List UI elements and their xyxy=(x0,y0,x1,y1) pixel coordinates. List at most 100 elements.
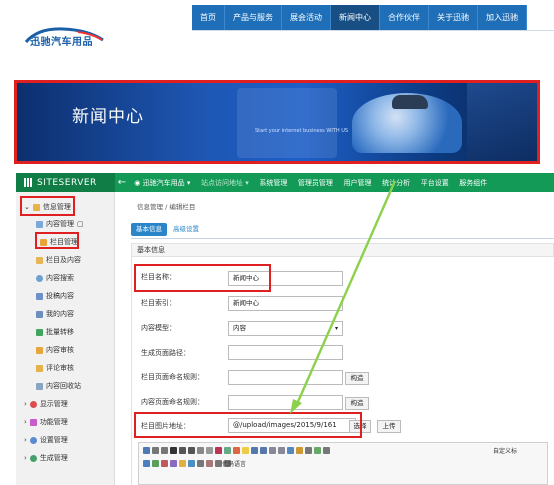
bold-icon[interactable] xyxy=(170,447,177,454)
globe-icon: ◉ xyxy=(134,178,141,187)
align-icon[interactable] xyxy=(278,447,285,454)
chevron-right-icon: › xyxy=(24,436,27,444)
sidebar-item-content[interactable]: 内容管理 ▢ xyxy=(36,219,84,229)
emotion-icon[interactable] xyxy=(179,460,186,467)
menu-platform[interactable]: 平台设置 xyxy=(415,178,454,188)
header-divider xyxy=(192,30,554,31)
gen-path-label: 生成页面路径： xyxy=(141,349,190,357)
list-icon[interactable] xyxy=(251,447,258,454)
sidebar-label-column-content: 栏目及内容 xyxy=(46,256,81,264)
image-icon[interactable] xyxy=(314,447,321,454)
table-icon[interactable] xyxy=(296,447,303,454)
banner-screen-graphic xyxy=(237,88,337,158)
indent-icon[interactable] xyxy=(269,447,276,454)
fullscreen-icon[interactable] xyxy=(323,447,330,454)
music-icon[interactable] xyxy=(170,460,177,467)
function-icon xyxy=(29,418,37,426)
video-icon[interactable] xyxy=(161,460,168,467)
settings-icon xyxy=(29,436,37,444)
back-arrow-icon[interactable]: ← xyxy=(115,177,129,188)
annotation-box-column xyxy=(35,232,79,249)
chevron-right-icon: › xyxy=(24,454,27,462)
sidebar-label-submissions: 投稿内容 xyxy=(46,292,74,300)
site-selector-label: 迅驰汽车用品 xyxy=(142,178,185,187)
link-icon[interactable] xyxy=(287,447,294,454)
nav-join[interactable]: 加入迅驰 xyxy=(478,5,527,30)
format-brush-icon[interactable] xyxy=(224,447,231,454)
sidebar-item-recycle[interactable]: 内容回收站 xyxy=(36,381,81,391)
code-language-dropdown[interactable]: 代码语言 xyxy=(222,459,246,468)
breadcrumb: 信息管理 / 编辑栏目 xyxy=(137,203,196,211)
source-icon[interactable] xyxy=(143,447,150,454)
superscript-icon[interactable] xyxy=(206,447,213,454)
sidebar-item-function[interactable]: › 功能管理 xyxy=(24,417,68,427)
sidebar-item-mine[interactable]: 我的内容 xyxy=(36,309,74,319)
content-model-select[interactable]: 内容 ▾ xyxy=(228,321,343,336)
eraser-icon[interactable] xyxy=(215,447,222,454)
news-banner: 新闻中心 Start your internet business WITH U… xyxy=(14,80,540,164)
special-char-icon[interactable] xyxy=(305,447,312,454)
gen-path-input[interactable] xyxy=(228,345,343,360)
generate-icon xyxy=(29,454,37,462)
nav-products[interactable]: 产品与服务 xyxy=(225,5,282,30)
annotation-box-info xyxy=(20,196,75,216)
sidebar-item-comments[interactable]: 评论审核 xyxy=(36,363,74,373)
page-break-icon[interactable] xyxy=(206,460,213,467)
nav-about[interactable]: 关于迅驰 xyxy=(429,5,478,30)
sidebar-item-submissions[interactable]: 投稿内容 xyxy=(36,291,74,301)
nav-news[interactable]: 新闻中心 xyxy=(331,5,380,30)
insert-image-icon[interactable] xyxy=(143,460,150,467)
image-upload-button[interactable]: 上传 xyxy=(377,420,401,433)
nav-home[interactable]: 首页 xyxy=(192,5,225,30)
redo-icon[interactable] xyxy=(161,447,168,454)
column-rule-construct-button[interactable]: 构造 xyxy=(345,372,369,385)
sidebar-label-settings: 设置管理 xyxy=(39,436,68,444)
content-rule-input[interactable] xyxy=(228,395,343,410)
font-color-icon[interactable] xyxy=(233,447,240,454)
underline-icon[interactable] xyxy=(188,447,195,454)
column-content-icon xyxy=(36,256,43,264)
undo-icon[interactable] xyxy=(152,447,159,454)
sidebar-item-batch-move[interactable]: 批量转移 xyxy=(36,327,74,337)
sidebar-item-generate[interactable]: › 生成管理 xyxy=(24,453,68,463)
tab-basic-info[interactable]: 基本信息 xyxy=(131,223,167,236)
menu-system[interactable]: 系统管理 xyxy=(254,178,293,188)
menu-admins[interactable]: 管理员管理 xyxy=(293,178,339,188)
menu-users[interactable]: 用户管理 xyxy=(338,178,377,188)
column-index-input[interactable]: 新闻中心 xyxy=(228,296,343,311)
site-header: 迅驰汽车用品 首页 产品与服务 展会活动 新闻中心 合作伙伴 关于迅驰 加入迅驰 xyxy=(0,0,554,66)
sidebar-item-column-content[interactable]: 栏目及内容 xyxy=(36,255,81,265)
nav-partners[interactable]: 合作伙伴 xyxy=(380,5,429,30)
custom-tag-dropdown[interactable]: 自定义标 xyxy=(493,446,517,455)
menu-plugins[interactable]: 服务组件 xyxy=(454,178,493,188)
rich-text-editor[interactable]: 自定义标 代码语言 xyxy=(138,442,548,485)
tab-advanced[interactable]: 高级设置 xyxy=(173,223,199,236)
content-rule-construct-button[interactable]: 构造 xyxy=(345,397,369,410)
sidebar-item-search[interactable]: 内容搜索 xyxy=(36,273,74,283)
menu-statistics[interactable]: 统计分析 xyxy=(377,178,416,188)
banner-edge-graphic xyxy=(467,83,537,161)
map-icon[interactable] xyxy=(188,460,195,467)
siteserver-brand[interactable]: SITESERVER xyxy=(16,173,115,192)
ordered-list-icon[interactable] xyxy=(260,447,267,454)
sidebar-item-settings[interactable]: › 设置管理 xyxy=(24,435,68,445)
nav-exhibitions[interactable]: 展会活动 xyxy=(282,5,331,30)
strikethrough-icon[interactable] xyxy=(197,447,204,454)
display-icon xyxy=(29,400,37,408)
time-icon[interactable] xyxy=(215,460,222,467)
italic-icon[interactable] xyxy=(179,447,186,454)
siteserver-logo-icon xyxy=(24,178,33,187)
recycle-icon xyxy=(36,382,43,390)
site-selector[interactable]: ◉ 迅驰汽车用品 ▾ xyxy=(129,178,196,188)
highlight-icon[interactable] xyxy=(242,447,249,454)
annotation-box-name xyxy=(134,264,271,292)
column-rule-input[interactable] xyxy=(228,370,343,385)
column-rule-label: 栏目页面命名规则： xyxy=(141,373,204,381)
sidebar-item-display[interactable]: › 显示管理 xyxy=(24,399,68,409)
attachment-icon[interactable] xyxy=(197,460,204,467)
menu-site-url[interactable]: 站点访问地址 ▾ xyxy=(196,178,254,188)
multi-image-icon[interactable] xyxy=(152,460,159,467)
sidebar-item-audit[interactable]: 内容审核 xyxy=(36,345,74,355)
panel-title: 基本信息 xyxy=(131,243,554,257)
caret-down-icon: ▾ xyxy=(186,178,191,187)
